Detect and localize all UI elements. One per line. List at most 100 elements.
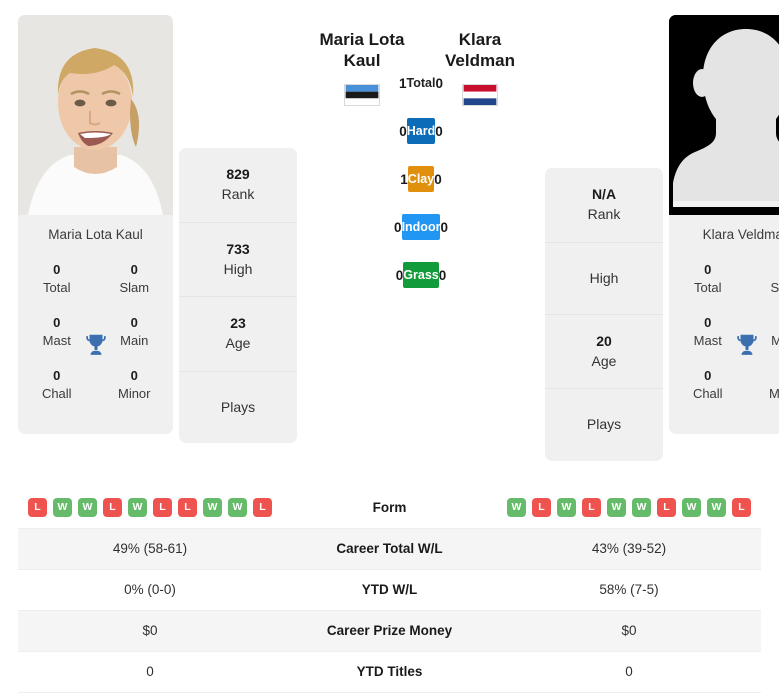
form-badge-l[interactable]: L	[253, 497, 272, 517]
form-badge-l[interactable]: L	[582, 497, 601, 517]
title-cell: 0 Slam	[747, 253, 779, 306]
stat-label: Career Prize Money	[282, 610, 497, 652]
player-name-right: Klara Veldman	[702, 227, 779, 242]
stat-value-right: 43% (39-52)	[497, 528, 761, 570]
h2h-left-score: 0	[394, 219, 402, 235]
meta-box-right: N/A Rank High 20 Age Plays	[545, 168, 663, 461]
title-count: 0	[749, 314, 779, 332]
high-value: 733	[226, 240, 250, 257]
form-badge-w[interactable]: W	[53, 497, 72, 517]
player-name-left: Maria Lota Kaul	[48, 227, 143, 242]
player-heading-line1: Maria Lota	[319, 30, 405, 49]
stat-value-left: 0	[18, 651, 282, 693]
form-badge-w[interactable]: W	[707, 497, 726, 517]
h2h-left-score: 1	[400, 171, 408, 187]
stat-value-left: 49% (58-61)	[18, 528, 282, 570]
form-badge-w[interactable]: W	[682, 497, 701, 517]
table-row: 49% (58-61) Career Total W/L 43% (39-52)	[18, 528, 761, 570]
title-cell: 0 Minor	[747, 359, 779, 412]
meta-age-left: 23 Age	[179, 297, 297, 372]
rank-value: N/A	[591, 186, 617, 202]
form-right: WLWLWWLWWL	[497, 487, 761, 529]
player-comparison-page: Maria Lota Kaul 0 Total 0 Slam 0 Mast 0 …	[0, 0, 779, 699]
form-badge-l[interactable]: L	[28, 497, 47, 517]
form-badge-l[interactable]: L	[153, 497, 172, 517]
title-cell: 0 Total	[18, 253, 96, 306]
form-badge-l[interactable]: L	[657, 497, 676, 517]
h2h-surface-grass[interactable]: Grass	[403, 262, 439, 288]
player-photo-right	[669, 15, 779, 215]
table-row: 0 YTD Titles 0	[18, 651, 761, 693]
silhouette-placeholder-icon	[669, 15, 779, 215]
h2h-left-score: 0	[399, 123, 407, 139]
title-label: Chall	[41, 385, 72, 401]
h2h-left-score: 0	[395, 267, 404, 283]
age-label: Age	[591, 353, 617, 370]
high-label: High	[223, 260, 253, 277]
form-badge-w[interactable]: W	[557, 497, 576, 517]
h2h-right-score: 0	[438, 267, 447, 283]
title-cell: 0 Chall	[18, 359, 96, 412]
title-count: 0	[704, 315, 712, 331]
h2h-right-score: 0	[434, 171, 442, 187]
title-cell: 0 Slam	[96, 253, 174, 306]
title-count: 0	[53, 315, 61, 331]
h2h-left-score: 1	[399, 75, 407, 91]
form-badge-w[interactable]: W	[128, 497, 147, 517]
form-badge-w[interactable]: W	[632, 497, 651, 517]
title-label: Slam	[770, 279, 779, 295]
title-cell: 0 Chall	[669, 359, 747, 412]
table-row: LWWLWLLWWL Form WLWLWWLWWL	[18, 487, 761, 529]
stat-value-right: 58% (7-5)	[497, 569, 761, 611]
player-heading-line2: Veldman	[445, 51, 515, 71]
form-badge-w[interactable]: W	[203, 497, 222, 517]
title-label: Minor	[117, 385, 151, 401]
title-cell: 0 Minor	[96, 359, 174, 412]
title-count: 0	[130, 315, 138, 331]
title-label: Chall	[692, 385, 723, 401]
player-card-left[interactable]: Maria Lota Kaul 0 Total 0 Slam 0 Mast 0 …	[18, 15, 174, 435]
player-heading-right: Klara Veldman	[421, 15, 539, 133]
stat-value-left: 0% (0-0)	[18, 569, 282, 611]
stat-label: Career Total W/L	[282, 528, 497, 570]
table-row: 0% (0-0) YTD W/L 58% (7-5)	[18, 569, 761, 611]
meta-rank-right: N/A Rank	[545, 168, 663, 243]
title-label: Minor	[768, 385, 779, 401]
player-meta-left: 829 Rank 733 High 23 Age Plays	[179, 148, 297, 444]
player-heading-line1: Klara	[458, 30, 502, 49]
table-row: $0 Career Prize Money $0	[18, 610, 761, 652]
form-badge-l[interactable]: L	[103, 497, 122, 517]
player-heading-left: Maria Lota Kaul	[303, 15, 421, 133]
title-label: Slam	[119, 279, 150, 295]
high-label: High	[589, 269, 619, 286]
h2h-right-score: 0	[440, 219, 448, 235]
form-badge-w[interactable]: W	[507, 497, 526, 517]
title-count: 0	[749, 367, 779, 385]
player-heading-line2: Kaul	[343, 51, 381, 71]
form-badge-l[interactable]: L	[732, 497, 751, 517]
h2h-surface-clay[interactable]: Clay	[407, 166, 435, 192]
netherlands-flag-icon	[462, 83, 498, 106]
title-cell: 0 Total	[669, 253, 747, 306]
form-badge-w[interactable]: W	[607, 497, 626, 517]
meta-box-left: 829 Rank 733 High 23 Age Plays	[179, 148, 297, 444]
titles-grid-right: 0 Total 0 Slam 0 Mast 0 Main 0 Chall	[669, 253, 779, 434]
h2h-surface-indoor[interactable]: Indoor	[401, 214, 441, 240]
stat-value-right: $0	[497, 610, 761, 652]
player-meta-right: N/A Rank High 20 Age Plays	[545, 168, 663, 461]
stat-value-right: 0	[497, 651, 761, 693]
trophy-icon	[85, 334, 106, 355]
title-count: 0	[704, 368, 712, 384]
title-label: Total	[43, 279, 71, 295]
meta-rank-left: 829 Rank	[179, 148, 297, 223]
rank-label: Rank	[221, 186, 255, 203]
player-card-right[interactable]: Klara Veldman 0 Total 0 Slam 0 Mast 0 Ma…	[669, 15, 779, 435]
title-count: 0	[130, 368, 138, 384]
age-label: Age	[225, 335, 251, 352]
title-count: 0	[53, 262, 61, 278]
form-badge-l[interactable]: L	[532, 497, 551, 517]
form-badge-w[interactable]: W	[228, 497, 247, 517]
form-badge-w[interactable]: W	[78, 497, 97, 517]
form-badge-l[interactable]: L	[178, 497, 197, 517]
trophy-icon	[736, 334, 757, 355]
